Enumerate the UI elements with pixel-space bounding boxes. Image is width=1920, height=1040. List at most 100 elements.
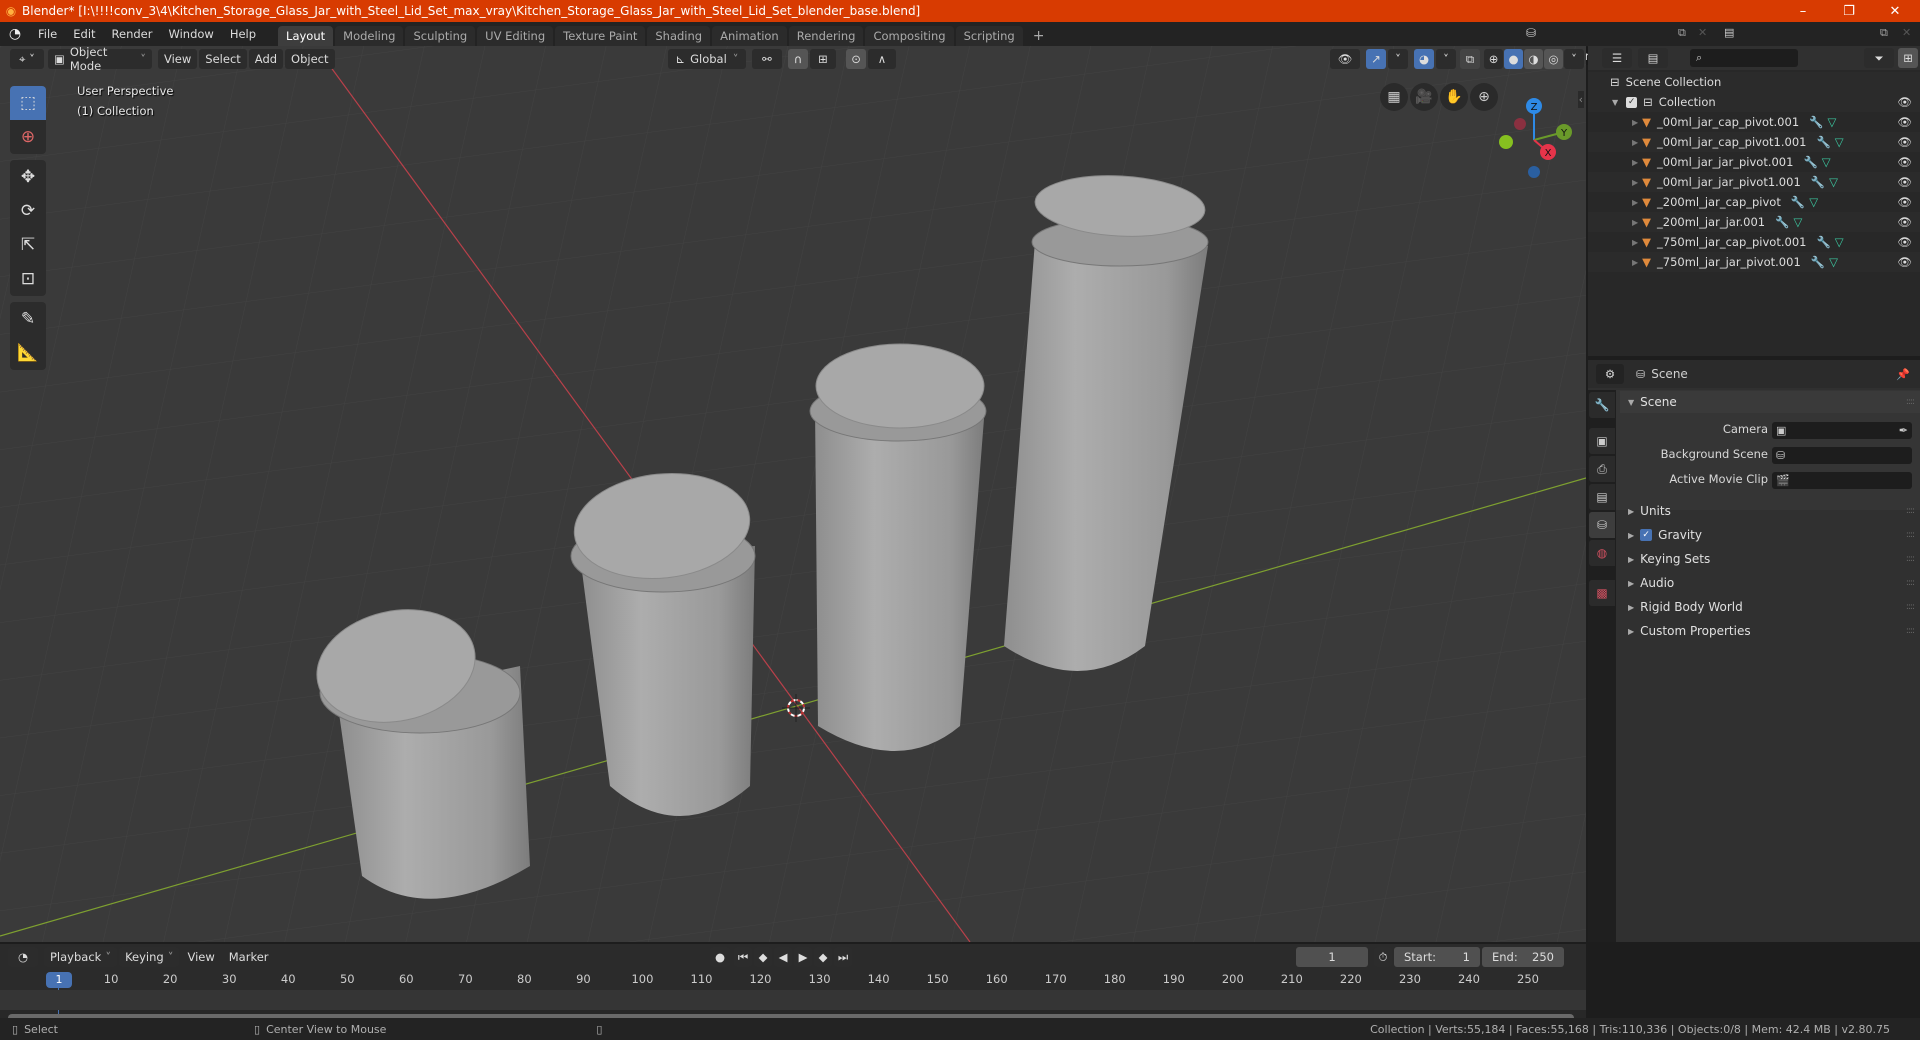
- custom-properties-panel-header[interactable]: ▶ Custom Properties ::::: [1620, 620, 1920, 642]
- background-scene-field[interactable]: ⛁: [1772, 447, 1912, 464]
- outliner-object-row[interactable]: ▶ ▼ _750ml_jar_jar_pivot.001 🔧 ▽ 👁: [1588, 252, 1920, 272]
- properties-editor-type[interactable]: ⚙: [1596, 364, 1624, 384]
- tool-rotate[interactable]: ⟳: [10, 194, 46, 228]
- eye-icon[interactable]: 👁: [1897, 235, 1912, 249]
- tab-view-layer[interactable]: ▤: [1589, 484, 1615, 510]
- mode-selector[interactable]: ▣ Object Mode ˅: [48, 46, 152, 73]
- shading-rendered[interactable]: ◎: [1544, 49, 1563, 69]
- new-scene-icon[interactable]: ⧉: [1678, 26, 1686, 40]
- menu-window[interactable]: Window: [160, 27, 221, 41]
- expand-right-icon[interactable]: ▶: [1632, 258, 1638, 267]
- transform-orientation-selector[interactable]: ⊾ Global ˅: [668, 49, 746, 69]
- tool-scale[interactable]: ⇱: [10, 228, 46, 262]
- mesh-data-icon[interactable]: ▽: [1822, 155, 1831, 169]
- editor-type-button[interactable]: ⌖ ˅: [10, 49, 44, 69]
- prev-keyframe-button[interactable]: ◆: [754, 947, 772, 967]
- expand-right-icon[interactable]: ▶: [1632, 238, 1638, 247]
- gravity-panel-header[interactable]: ▶ ✓ Gravity ::::: [1620, 524, 1920, 546]
- menu-help[interactable]: Help: [222, 27, 264, 41]
- drag-handle-icon[interactable]: ::::: [1906, 554, 1915, 564]
- gizmo-x-label[interactable]: X: [1545, 148, 1552, 159]
- tab-scene[interactable]: ⛁: [1589, 512, 1615, 538]
- playhead-frame-label[interactable]: 1: [46, 972, 72, 988]
- gizmo-z-label[interactable]: Z: [1531, 102, 1538, 113]
- tool-annotate[interactable]: ✎: [10, 302, 46, 336]
- eyedropper-icon[interactable]: ✒: [1899, 424, 1908, 437]
- snap-toggle[interactable]: ∩: [788, 49, 808, 69]
- timeline-editor-type[interactable]: ◔: [8, 947, 38, 967]
- tab-texture[interactable]: ▩: [1589, 580, 1615, 606]
- outliner-object-row[interactable]: ▶ ▼ _00ml_jar_cap_pivot1.001 🔧 ▽ 👁: [1588, 132, 1920, 152]
- rigid-body-world-panel-header[interactable]: ▶ Rigid Body World ::::: [1620, 596, 1920, 618]
- 3d-viewport[interactable]: ⌖ ˅ ▣ Object Mode ˅ View Select Add Obje…: [0, 46, 1586, 942]
- display-mode-button[interactable]: ▤: [1638, 48, 1668, 68]
- minimize-button[interactable]: –: [1780, 0, 1826, 22]
- mesh-data-icon[interactable]: ▽: [1835, 235, 1844, 249]
- use-preview-range-button[interactable]: ⏱: [1374, 947, 1392, 967]
- overlays-toggle[interactable]: ◕: [1414, 49, 1434, 69]
- eye-icon[interactable]: 👁: [1897, 175, 1912, 189]
- menu-file[interactable]: File: [30, 27, 65, 41]
- expand-right-icon[interactable]: ▶: [1632, 198, 1638, 207]
- menu-add[interactable]: Add: [248, 49, 284, 69]
- play-button[interactable]: ▶: [794, 947, 812, 967]
- falloff-button[interactable]: ∧: [868, 49, 896, 69]
- tool-select-box[interactable]: ⬚: [10, 86, 46, 120]
- blender-menu-icon[interactable]: ◔: [0, 26, 30, 42]
- menu-edit[interactable]: Edit: [65, 27, 103, 41]
- keying-sets-panel-header[interactable]: ▶ Keying Sets ::::: [1620, 548, 1920, 570]
- mesh-data-icon[interactable]: ▽: [1827, 115, 1836, 129]
- outliner-object-row[interactable]: ▶ ▼ _00ml_jar_cap_pivot.001 🔧 ▽ 👁: [1588, 112, 1920, 132]
- tab-layout[interactable]: Layout: [278, 26, 334, 46]
- mesh-data-icon[interactable]: ▽: [1835, 135, 1844, 149]
- delete-scene-icon[interactable]: ✕: [1698, 26, 1707, 39]
- gizmo-dropdown[interactable]: ˅: [1388, 49, 1408, 69]
- modifier-wrench-icon[interactable]: 🔧: [1816, 135, 1830, 149]
- shading-dropdown[interactable]: ˅: [1564, 49, 1584, 69]
- close-button[interactable]: ✕: [1872, 0, 1918, 22]
- snap-target-button[interactable]: ⊞: [810, 49, 836, 69]
- outliner-search-input[interactable]: ⌕: [1690, 49, 1798, 67]
- xray-toggle[interactable]: ⧉: [1460, 49, 1480, 69]
- drag-handle-icon[interactable]: ::::: [1906, 602, 1915, 612]
- modifier-wrench-icon[interactable]: 🔧: [1811, 175, 1825, 189]
- tab-sculpting[interactable]: Sculpting: [405, 26, 476, 46]
- tab-texture-paint[interactable]: Texture Paint: [555, 26, 646, 46]
- active-movie-clip-field[interactable]: 🎬: [1772, 472, 1912, 489]
- modifier-wrench-icon[interactable]: 🔧: [1775, 215, 1789, 229]
- outliner-object-row[interactable]: ▶ ▼ _200ml_jar_jar.001 🔧 ▽ 👁: [1588, 212, 1920, 232]
- jar-large[interactable]: [809, 343, 987, 751]
- modifier-wrench-icon[interactable]: 🔧: [1791, 195, 1805, 209]
- expand-right-icon[interactable]: ▶: [1632, 138, 1638, 147]
- tab-world[interactable]: ◍: [1589, 540, 1615, 566]
- new-collection-button[interactable]: ⊞: [1898, 48, 1918, 68]
- eye-icon[interactable]: 👁: [1897, 155, 1912, 169]
- navigation-gizmo[interactable]: Z Y X: [1488, 88, 1578, 178]
- overlays-dropdown[interactable]: ˅: [1436, 49, 1456, 69]
- gravity-checkbox[interactable]: ✓: [1640, 529, 1653, 541]
- pivot-point-button[interactable]: ⚯: [752, 49, 782, 69]
- tab-animation[interactable]: Animation: [712, 26, 787, 46]
- menu-select[interactable]: Select: [199, 49, 247, 69]
- keying-menu[interactable]: Keying ˅: [119, 947, 180, 967]
- tab-shading[interactable]: Shading: [647, 26, 711, 46]
- shading-wireframe[interactable]: ⊕: [1484, 49, 1503, 69]
- eye-icon[interactable]: 👁: [1897, 95, 1912, 109]
- expand-down-icon[interactable]: ▼: [1612, 98, 1618, 107]
- tab-compositing[interactable]: Compositing: [865, 26, 954, 46]
- tab-scripting[interactable]: Scripting: [955, 26, 1023, 46]
- drag-handle-icon[interactable]: ::::: [1906, 626, 1915, 636]
- mesh-data-icon[interactable]: ▽: [1829, 175, 1838, 189]
- timeline-view-menu[interactable]: View: [181, 947, 220, 967]
- eye-icon[interactable]: 👁: [1897, 135, 1912, 149]
- outliner-object-row[interactable]: ▶ ▼ _00ml_jar_jar_pivot1.001 🔧 ▽ 👁: [1588, 172, 1920, 192]
- drag-handle-icon[interactable]: ::::: [1906, 506, 1915, 516]
- tab-rendering[interactable]: Rendering: [788, 26, 864, 46]
- next-keyframe-button[interactable]: ◆: [814, 947, 832, 967]
- scene-panel-header[interactable]: ▼ Scene ::::: [1620, 391, 1920, 413]
- mesh-data-icon[interactable]: ▽: [1809, 195, 1818, 209]
- eye-icon[interactable]: 👁: [1897, 115, 1912, 129]
- modifier-wrench-icon[interactable]: 🔧: [1809, 115, 1823, 129]
- play-reverse-button[interactable]: ◀: [774, 947, 792, 967]
- jump-end-button[interactable]: ⏭: [834, 947, 852, 967]
